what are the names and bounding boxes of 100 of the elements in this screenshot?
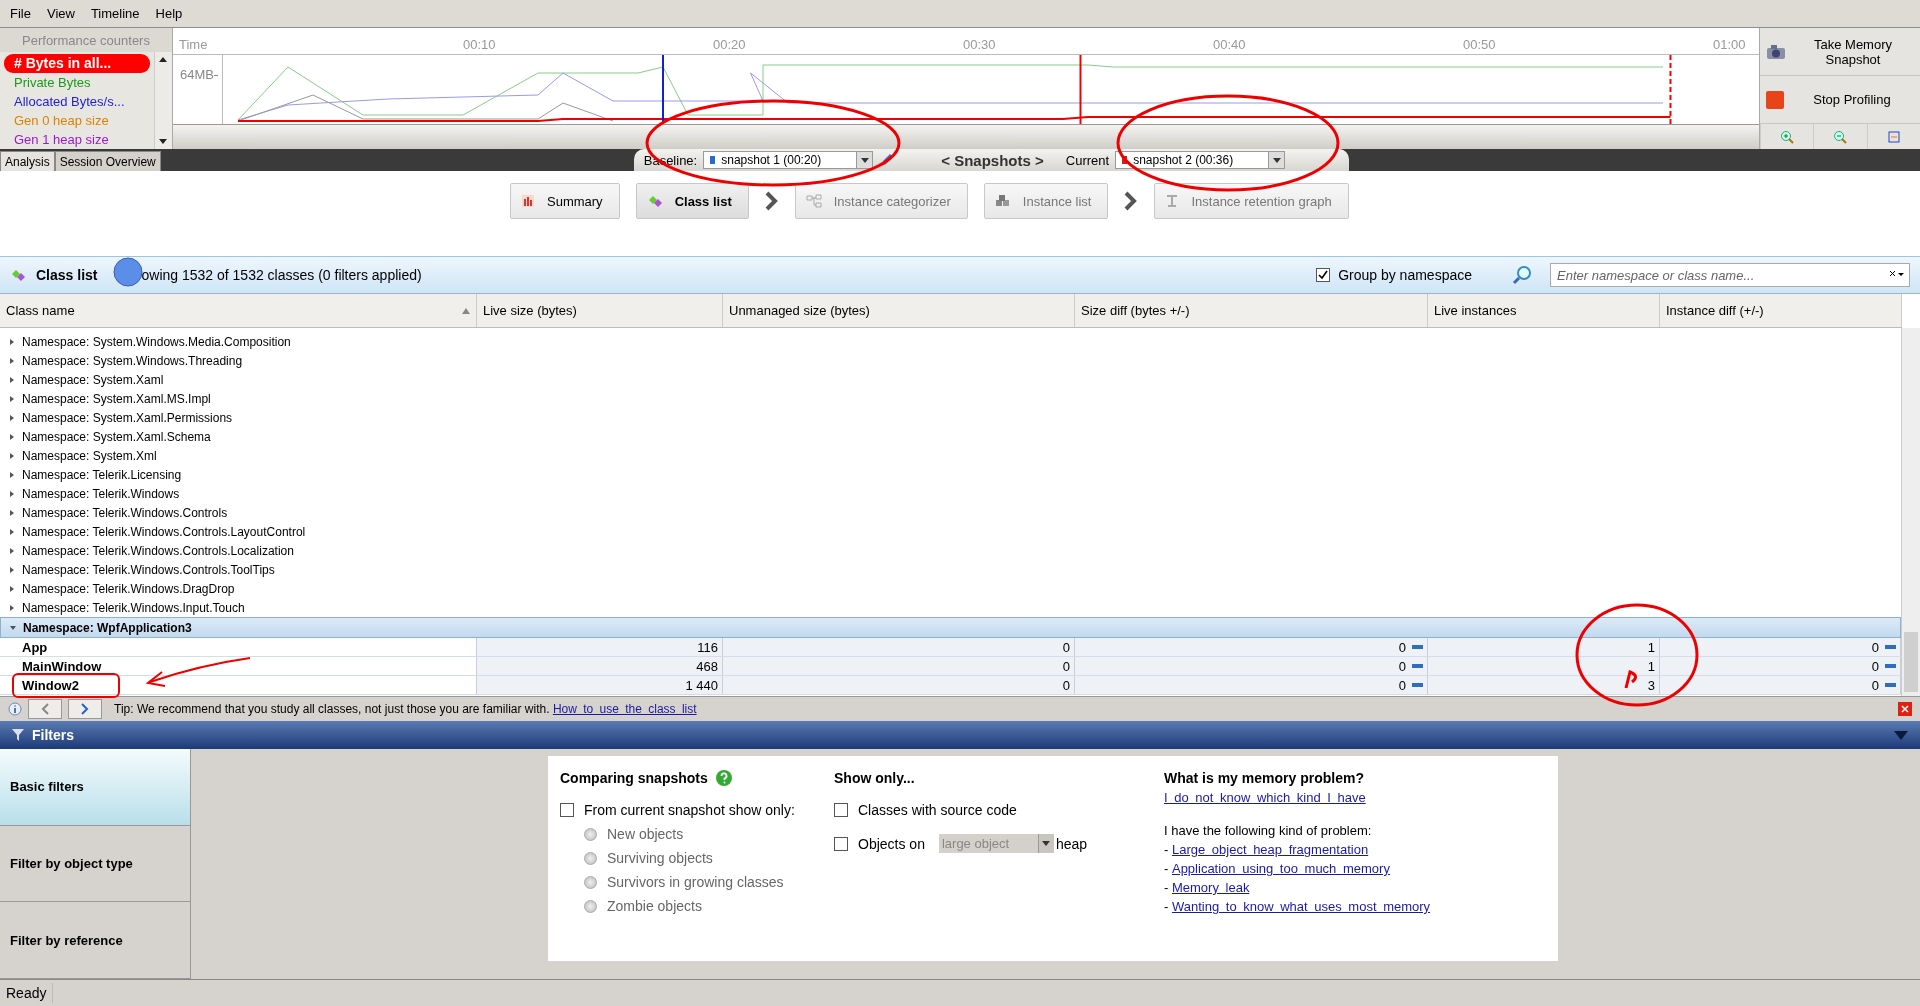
caret-down-icon	[860, 157, 869, 163]
section-title: Show only...	[834, 770, 915, 786]
chevron-right-icon	[1124, 191, 1139, 211]
help-link[interactable]: How to use the class list	[552, 702, 697, 716]
menu-item[interactable]: Timeline	[82, 6, 148, 21]
section-title: Comparing snapshots	[560, 770, 708, 786]
expand-icon[interactable]	[9, 509, 15, 516]
cubes-icon	[994, 194, 1011, 208]
baseline-select[interactable]: snapshot 1 (00:20)	[703, 151, 874, 169]
expand-icon[interactable]	[9, 490, 15, 497]
filter-nav-item[interactable]: Basic filters	[0, 749, 190, 826]
expand-icon[interactable]	[9, 566, 15, 573]
problem-link[interactable]: Wanting to know what uses most memory	[1171, 899, 1431, 914]
problem-link[interactable]: I do not know which kind I have	[1164, 790, 1366, 805]
column-header[interactable]: Instance diff (+/-)	[1660, 294, 1902, 327]
radio-option[interactable]: Surviving objects	[584, 850, 834, 866]
counter-item[interactable]: Gen 1 heap size	[4, 130, 150, 149]
snapshot-checkbox[interactable]: From current snapshot show only:	[560, 802, 834, 818]
column-header[interactable]: Size diff (bytes +/-)	[1075, 294, 1428, 327]
expand-icon[interactable]	[9, 528, 15, 535]
view-tab[interactable]: Session Overview	[54, 151, 161, 171]
problem-link[interactable]: Memory leak	[1171, 880, 1250, 895]
annotation-mark	[1624, 670, 1637, 689]
menu-item[interactable]: Help	[147, 6, 191, 21]
namespace-row[interactable]: Namespace: Telerik.Windows.Controls.LayoutControl	[0, 522, 1901, 541]
table-cell: 0	[1075, 657, 1428, 675]
namespace-row[interactable]: Namespace: System.Windows.Media.Composition	[0, 332, 1901, 351]
bullet-text: -	[1164, 899, 1169, 914]
namespace-row[interactable]: Namespace: Telerik.Windows	[0, 484, 1901, 503]
namespace-row[interactable]: Namespace: Telerik.Windows.Controls.ToolTips	[0, 560, 1901, 579]
checkmark-icon	[1318, 270, 1329, 280]
expand-icon[interactable]	[9, 414, 15, 421]
filters-bar[interactable]: Filters	[0, 721, 1920, 749]
view-tab[interactable]: Analysis	[0, 151, 55, 171]
expand-icon[interactable]	[9, 471, 15, 478]
problem-link[interactable]: Application using too much memory	[1171, 861, 1390, 876]
namespace-row[interactable]: Namespace: System.Windows.Threading	[0, 351, 1901, 370]
counter-item[interactable]: Allocated Bytes/s...	[4, 92, 150, 111]
radio-option[interactable]: Zombie objects	[584, 898, 834, 914]
namespace-row[interactable]: Namespace: System.Xaml.Permissions	[0, 408, 1901, 427]
current-select[interactable]: snapshot 2 (00:36)	[1115, 151, 1286, 169]
namespace-row[interactable]: Namespace: WpfApplication3	[0, 617, 1901, 638]
namespace-row[interactable]: Namespace: Telerik.Windows.Input.Touch	[0, 598, 1901, 617]
namespace-row[interactable]: Namespace: System.Xaml	[0, 370, 1901, 389]
previous-button[interactable]	[28, 699, 62, 719]
expand-icon[interactable]	[9, 376, 15, 383]
expand-icon[interactable]	[9, 395, 15, 402]
namespace-row[interactable]: Namespace: Telerik.Windows.DragDrop	[0, 579, 1901, 598]
class-row[interactable]: Window2 1 440 0 0 3 0	[0, 676, 1901, 695]
info-icon	[8, 702, 22, 716]
column-header[interactable]: Class name	[0, 294, 477, 327]
expand-icon[interactable]	[9, 338, 15, 345]
collapse-icon[interactable]	[10, 624, 16, 631]
tick-label: 00:40	[1213, 37, 1246, 52]
filter-checkbox[interactable]: Classes with source code	[834, 802, 1164, 818]
namespace-row[interactable]: Namespace: Telerik.Windows.Controls.Localization	[0, 541, 1901, 560]
tip-text: Tip: We recommend that you study all classes, not just those you are familiar with. How to use the class list	[114, 702, 697, 716]
column-header[interactable]: Live instances	[1428, 294, 1660, 327]
search-field[interactable]: Enter namespace or class name...	[1550, 263, 1910, 287]
namespace-row[interactable]: Namespace: System.Xaml.Schema	[0, 427, 1901, 446]
graph-icon	[1165, 193, 1180, 209]
heap-label: heap	[1055, 835, 1088, 852]
column-header[interactable]: Live size (bytes)	[477, 294, 723, 327]
class-row[interactable]: App 116 0 0 1 0	[0, 638, 1901, 657]
bar-chart-icon	[521, 194, 535, 208]
expand-icon[interactable]	[9, 585, 15, 592]
class-row[interactable]: MainWindow 468 0 0 1 0	[0, 657, 1901, 676]
namespace-row[interactable]: Namespace: Telerik.Windows.Controls	[0, 503, 1901, 522]
step-button[interactable]: Class list	[635, 183, 749, 219]
next-button[interactable]	[68, 699, 102, 719]
expand-icon[interactable]	[9, 357, 15, 364]
group-by-checkbox[interactable]: Group by namespace	[1316, 267, 1472, 283]
collapse-icon[interactable]	[1894, 730, 1908, 740]
step-button[interactable]: Summary	[510, 183, 620, 219]
current-marker-line[interactable]	[1079, 55, 1082, 124]
help-icon[interactable]	[715, 770, 732, 786]
expand-icon[interactable]	[9, 433, 15, 440]
radio-option[interactable]: New objects	[584, 826, 834, 842]
scroll-bar[interactable]	[1901, 328, 1920, 696]
baseline-marker-line[interactable]	[662, 55, 664, 124]
menu-item[interactable]: View	[38, 6, 83, 21]
expand-icon[interactable]	[9, 452, 15, 459]
tick-label: 00:50	[1463, 37, 1496, 52]
expand-icon[interactable]	[9, 604, 15, 611]
caret-down-icon	[1272, 157, 1281, 163]
menu-item[interactable]: File	[2, 6, 39, 21]
close-button[interactable]	[1898, 702, 1912, 716]
radio-option[interactable]: Survivors in growing classes	[584, 874, 834, 890]
column-header[interactable]: Unmanaged size (bytes)	[723, 294, 1075, 327]
namespace-row[interactable]: Namespace: System.Xaml.MS.Impl	[0, 389, 1901, 408]
problem-link[interactable]: Large object heap fragmentation	[1171, 842, 1369, 857]
counter-item[interactable]: # Bytes in all...	[4, 54, 150, 73]
axis-label: Time	[179, 37, 208, 52]
bullet-text: -	[1164, 842, 1169, 857]
expand-icon[interactable]	[9, 547, 15, 554]
tick-label: 00:20	[713, 37, 746, 52]
namespace-row[interactable]: Namespace: Telerik.Licensing	[0, 465, 1901, 484]
scroll-bar[interactable]	[154, 52, 172, 149]
namespace-row[interactable]: Namespace: System.Xml	[0, 446, 1901, 465]
table-cell: 0	[1075, 676, 1428, 694]
